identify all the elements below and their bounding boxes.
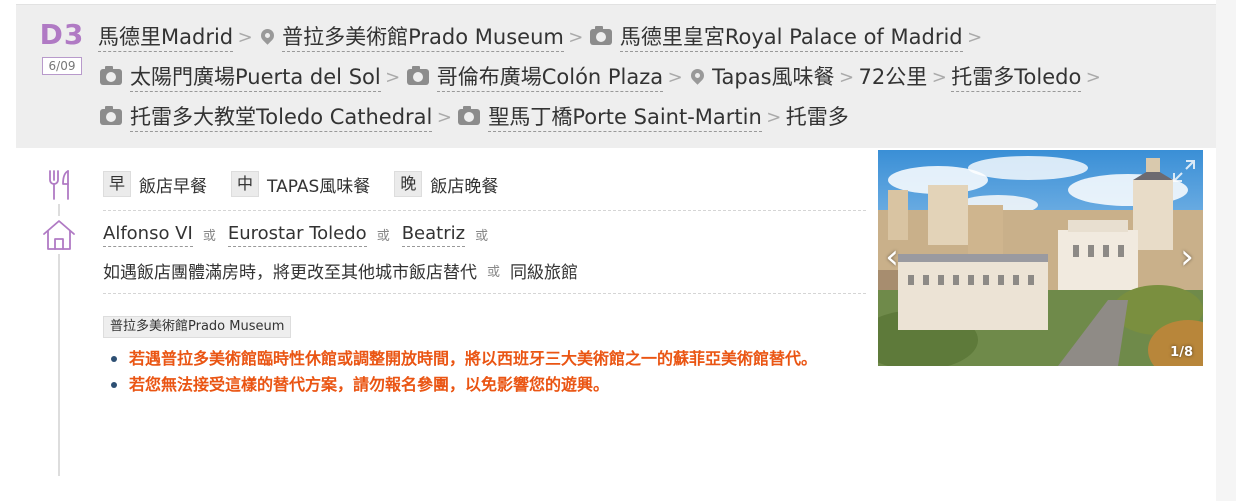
hotel-link[interactable]: Alfonso VI [103,222,193,247]
chevron-left-icon[interactable]: ‹ [882,240,902,274]
route-stop[interactable]: 馬德里皇宮Royal Palace of Madrid [588,23,963,52]
divider [103,293,866,294]
route-stop[interactable]: Tapas風味餐 [687,63,835,91]
route-stop-name: 托雷多Toledo [951,63,1082,92]
map-pin-icon [258,25,277,45]
route-stop-name: 馬德里皇宮Royal Palace of Madrid [619,23,963,52]
house-icon [40,216,78,254]
photo-counter: 1/8 [1170,345,1193,360]
divider [103,210,866,211]
chevron-right-icon: > [1085,66,1101,88]
route-line-2: 太陽門廣場Puerta del Sol > 哥倫布廣場Colón Plaza > Tap… [98,57,1208,97]
photo-carousel[interactable]: ‹ › 1/8 [878,150,1203,366]
meal-lunch: 中 TAPAS風味餐 [231,171,370,197]
chevron-right-icon: > [766,106,782,128]
meal-row: 早 飯店早餐 中 TAPAS風味餐 晚 飯店晚餐 [103,168,866,200]
chevron-right-icon: > [568,26,584,48]
hotel-note-text: 如遇飯店團體滿房時，將更改至其他城市飯店替代 [103,262,477,283]
day-number: D3 [39,18,85,51]
fork-knife-icon [40,166,78,204]
day-badge: D3 6/09 [36,19,88,75]
chevron-right-icon: > [237,26,253,48]
route-line-3: 托雷多大教堂Toledo Cathedral > 聖馬丁橋Porte Saint-M… [98,97,1208,137]
route-stop-name: 聖馬丁橋Porte Saint-Martin [488,103,762,132]
lunch-text: TAPAS風味餐 [267,176,371,197]
camera-icon [458,106,481,125]
chevron-right-icon: > [667,66,683,88]
route: 馬德里Madrid > 普拉多美術館Prado Museum > 馬德里皇宮Royal … [98,17,1208,137]
map-pin-icon [688,65,707,85]
route-stop[interactable]: 托雷多 [786,103,849,131]
city-photo [878,150,1203,366]
route-stop-name: 72公里 [858,65,928,89]
meal-dinner: 晚 飯店晚餐 [394,171,498,197]
hotel-note: 如遇飯店團體滿房時，將更改至其他城市飯店替代 或 同級旅館 [103,255,866,285]
hotel-link[interactable]: Beatriz [401,222,466,247]
camera-icon [100,66,122,85]
breakfast-text: 飯店早餐 [139,176,208,197]
route-stop[interactable]: 托雷多Toledo [951,63,1082,92]
hotel-link[interactable]: Eurostar Toledo [227,222,367,247]
route-stop-name: 馬德里Madrid [98,23,234,52]
dinner-text: 飯店晚餐 [430,176,499,197]
day-header: D3 6/09 馬德里Madrid > 普拉多美術館Prado Museum > 馬德里… [16,4,1216,148]
chevron-right-icon: > [967,26,983,48]
note-item: 若遇普拉多美術館臨時性休館或調整開放時間，將以西班牙三大美術館之一的蘇菲亞美術館… [103,346,866,372]
route-stop[interactable]: 哥倫布廣場Colón Plaza [405,63,664,92]
route-line-1: 馬德里Madrid > 普拉多美術館Prado Museum > 馬德里皇宮Royal … [98,17,1208,57]
route-stop-name: 托雷多大教堂Toledo Cathedral [130,103,433,132]
dinner-tag: 晚 [394,171,423,197]
camera-icon [406,66,429,85]
camera-icon [100,106,122,125]
chevron-right-icon: > [838,66,855,88]
meal-breakfast: 早 飯店早餐 [103,171,207,197]
hotel-options: Alfonso VI 或 Eurostar Toledo 或 Beatriz 或 [103,219,866,249]
lunch-tag: 中 [231,171,260,197]
or-label: 或 [202,228,216,244]
or-label: 或 [376,228,390,244]
route-stop[interactable]: 托雷多大教堂Toledo Cathedral [98,103,433,132]
hotel-note-alt: 同級旅館 [510,262,579,283]
route-stop-name: 哥倫布廣場Colón Plaza [436,63,664,92]
chevron-right-icon: > [436,106,452,128]
expand-icon[interactable] [1171,158,1197,184]
route-stop[interactable]: 太陽門廣場Puerta del Sol [98,63,381,92]
route-stop-name: 托雷多 [785,105,849,129]
route-stop[interactable]: 普拉多美術館Prado Museum [257,23,564,52]
chevron-right-icon: > [931,66,947,88]
camera-icon [589,26,612,45]
day-content: 早 飯店早餐 中 TAPAS風味餐 晚 飯店晚餐 Alfonso VI 或 Eu… [103,168,866,398]
or-label: 或 [475,228,489,244]
page-scroll-gutter [1216,0,1236,501]
notes-list: 若遇普拉多美術館臨時性休館或調整開放時間，將以西班牙三大美術館之一的蘇菲亞美術館… [103,346,866,398]
route-stop-name: 太陽門廣場Puerta del Sol [130,63,381,92]
route-stop[interactable]: 72公里 [859,63,928,91]
chevron-right-icon: > [385,66,401,88]
or-label: 或 [487,264,501,280]
poi-tag: 普拉多美術館Prado Museum [103,316,292,338]
route-stop[interactable]: 聖馬丁橋Porte Saint-Martin [456,103,762,132]
breakfast-tag: 早 [103,171,132,197]
note-item: 若您無法接受這樣的替代方案，請勿報名參團，以免影響您的遊興。 [103,372,866,398]
route-stop-name: Tapas風味餐 [712,65,835,89]
day-date: 6/09 [41,57,83,75]
chevron-right-icon[interactable]: › [1177,240,1197,274]
route-stop-name: 普拉多美術館Prado Museum [282,23,564,52]
route-stop[interactable]: 馬德里Madrid [98,23,234,52]
